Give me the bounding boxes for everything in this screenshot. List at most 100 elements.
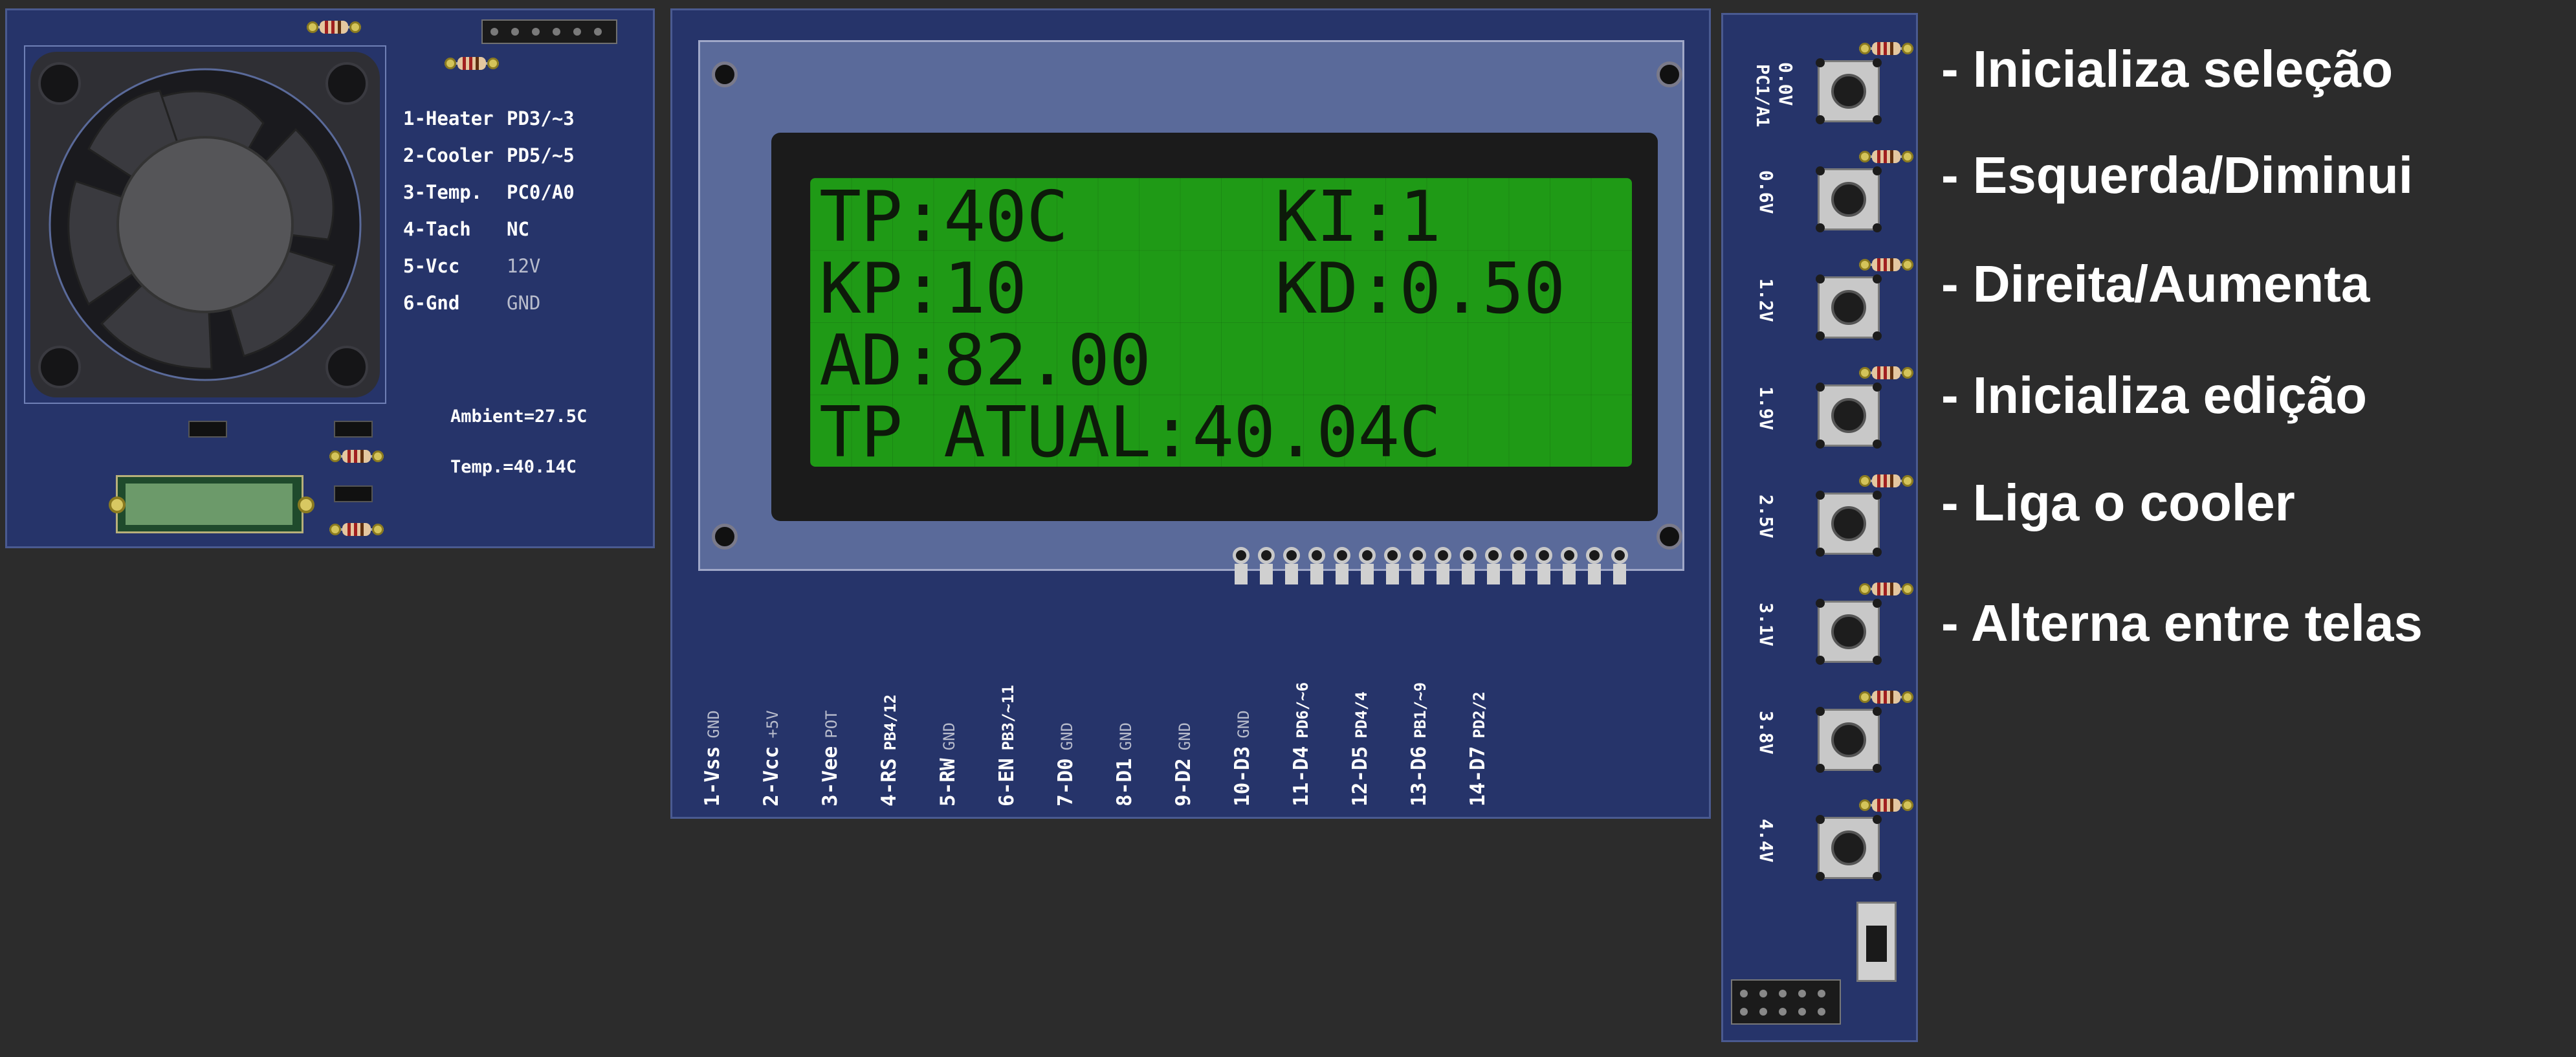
voltage-label: 3.1V xyxy=(1756,603,1777,647)
button-row: 3.1V xyxy=(1723,581,1920,691)
lcd-pin xyxy=(1534,547,1554,586)
lcd-pin xyxy=(1433,547,1453,586)
pin-signal: PD2/2 xyxy=(1470,691,1488,739)
pin-name: 12-D5 xyxy=(1349,746,1372,807)
push-button[interactable] xyxy=(1816,707,1882,773)
push-button[interactable] xyxy=(1816,491,1882,557)
lcd-screen: TP:40C KI:1 KP:10 KD:0.50 AD:82.00 TP AT… xyxy=(810,178,1632,473)
legend-item: 2-Cooler PD5/~5 xyxy=(403,144,575,166)
pin-signal: PD4/4 xyxy=(1352,691,1371,739)
push-button[interactable] xyxy=(1816,815,1882,881)
description-left: - Esquerda/Diminui xyxy=(1941,146,2413,204)
resistor xyxy=(329,522,384,537)
push-button[interactable] xyxy=(1816,58,1882,124)
lcd-pin-label: 12-D5 PD4/4 xyxy=(1349,691,1372,807)
lcd-row-4: TP ATUAL:40.04C xyxy=(819,392,1441,473)
description-right: - Direita/Aumenta xyxy=(1941,255,2370,313)
voltage-label: 0.0V xyxy=(1775,62,1796,106)
transistor xyxy=(334,421,373,438)
resistor xyxy=(307,19,361,35)
resistor xyxy=(445,56,499,71)
lcd-pin xyxy=(1559,547,1580,586)
button-row: 0.6V xyxy=(1723,149,1920,259)
pin-name: 6-EN xyxy=(995,758,1018,807)
button-row: 3.8V xyxy=(1723,689,1920,799)
push-button[interactable] xyxy=(1816,599,1882,665)
legend-item: 4-Tach NC xyxy=(403,218,529,240)
legend-item: 6-Gnd GND xyxy=(403,292,541,314)
lcd-pin xyxy=(1382,547,1403,586)
resistor xyxy=(329,449,384,464)
lcd-pin-label: 10-D3 GND xyxy=(1231,710,1254,807)
pin-signal: PB4/12 xyxy=(881,694,899,751)
description-edit: - Inicializa edição xyxy=(1941,366,2368,424)
transistor xyxy=(188,421,227,438)
pin-signal: GND xyxy=(940,722,958,751)
lcd-pin-label: 1-Vss GND xyxy=(701,710,724,807)
lcd-pin-label: 14-D7 PD2/2 xyxy=(1466,691,1490,807)
voltage-label: 2.5V xyxy=(1756,495,1777,539)
voltage-label: 0.6V xyxy=(1756,170,1777,214)
button-board: 0.0V 0.6V 1.2V 1.9V 2.5V 3.1V 3.8V 4.4V PC1/A1 xyxy=(1721,13,1918,1042)
push-button[interactable] xyxy=(1816,383,1882,449)
pin-name: 3-Vee xyxy=(819,746,842,807)
header-label: PC1/A1 xyxy=(1752,64,1772,128)
mount-hole xyxy=(1657,61,1682,87)
pin-name: 13-D6 xyxy=(1407,746,1431,807)
pin-signal: GND xyxy=(1117,722,1135,751)
fan-board: 1-Heater PD3/~3 2-Cooler PD5/~5 3-Temp. PC0… xyxy=(5,8,655,548)
lcd-pin-label: 13-D6 PB1/~9 xyxy=(1407,682,1431,807)
pin-header xyxy=(481,19,617,44)
pin-header xyxy=(1731,979,1841,1025)
lcd-pin-label: 8-D1 GND xyxy=(1113,722,1136,807)
legend-item: 5-Vcc 12V xyxy=(403,255,541,277)
lcd-pin-label: 7-D0 GND xyxy=(1054,722,1077,807)
pin-name: 2-Vcc xyxy=(760,746,783,807)
lcd-pin-label: 2-Vcc +5V xyxy=(760,710,783,807)
fan-icon xyxy=(49,68,362,381)
resistor xyxy=(1859,365,1913,381)
lcd-pin xyxy=(1508,547,1529,586)
lcd-pin-label: 5-RW GND xyxy=(936,722,960,807)
pin-signal: POT xyxy=(822,710,841,739)
pin-name: 5-RW xyxy=(936,758,960,807)
pin-signal: PB1/~9 xyxy=(1411,682,1429,739)
lcd-pin xyxy=(1256,547,1277,586)
pin-name: 8-D1 xyxy=(1113,758,1136,807)
description-cooler: - Liga o cooler xyxy=(1941,474,2295,531)
lcd-module: TP:40C KI:1 KP:10 KD:0.50 AD:82.00 TP AT… xyxy=(698,40,1684,584)
lcd-pin xyxy=(1357,547,1378,586)
lcd-pin xyxy=(1584,547,1605,586)
slide-switch[interactable] xyxy=(1856,902,1897,982)
mount-hole xyxy=(1657,524,1682,550)
pin-name: 11-D4 xyxy=(1290,746,1313,807)
push-button[interactable] xyxy=(1816,274,1882,340)
pin-name: 10-D3 xyxy=(1231,746,1254,807)
pin-name: 14-D7 xyxy=(1466,746,1490,807)
pin-signal: GND xyxy=(705,710,723,739)
lcd-pin-label: 9-D2 GND xyxy=(1172,722,1195,807)
lcd-pin-label: 6-EN PB3/~11 xyxy=(995,685,1018,807)
lcd-pin-labels: 1-Vss GND 2-Vcc +5V 3-Vee POT 4-RS PB4/12 5-RW GN… xyxy=(698,651,1708,819)
legend-item: 1-Heater PD3/~3 xyxy=(403,107,575,129)
pin-signal: GND xyxy=(1058,722,1076,751)
mount-hole xyxy=(325,62,368,105)
mount-hole xyxy=(325,346,368,388)
pin-signal: GND xyxy=(1176,722,1194,751)
pin-name: 7-D0 xyxy=(1054,758,1077,807)
button-row: 1.2V xyxy=(1723,257,1920,367)
resistor xyxy=(1859,149,1913,164)
mount-hole xyxy=(38,346,81,388)
lcd-row-2: KP:10 KD:0.50 xyxy=(819,249,1565,329)
lcd-pin xyxy=(1281,547,1302,586)
resistor xyxy=(1859,581,1913,597)
lcd-pin-label: 3-Vee POT xyxy=(819,710,842,807)
push-button[interactable] xyxy=(1816,166,1882,232)
resistor xyxy=(1859,257,1913,273)
lcd-row-3: AD:82.00 xyxy=(819,320,1151,401)
resistor xyxy=(1859,473,1913,489)
lcd-pin xyxy=(1609,547,1630,586)
sensor-module xyxy=(109,475,314,533)
temp-readout: Temp.=40.14C xyxy=(450,457,577,477)
lcd-pin xyxy=(1306,547,1327,586)
